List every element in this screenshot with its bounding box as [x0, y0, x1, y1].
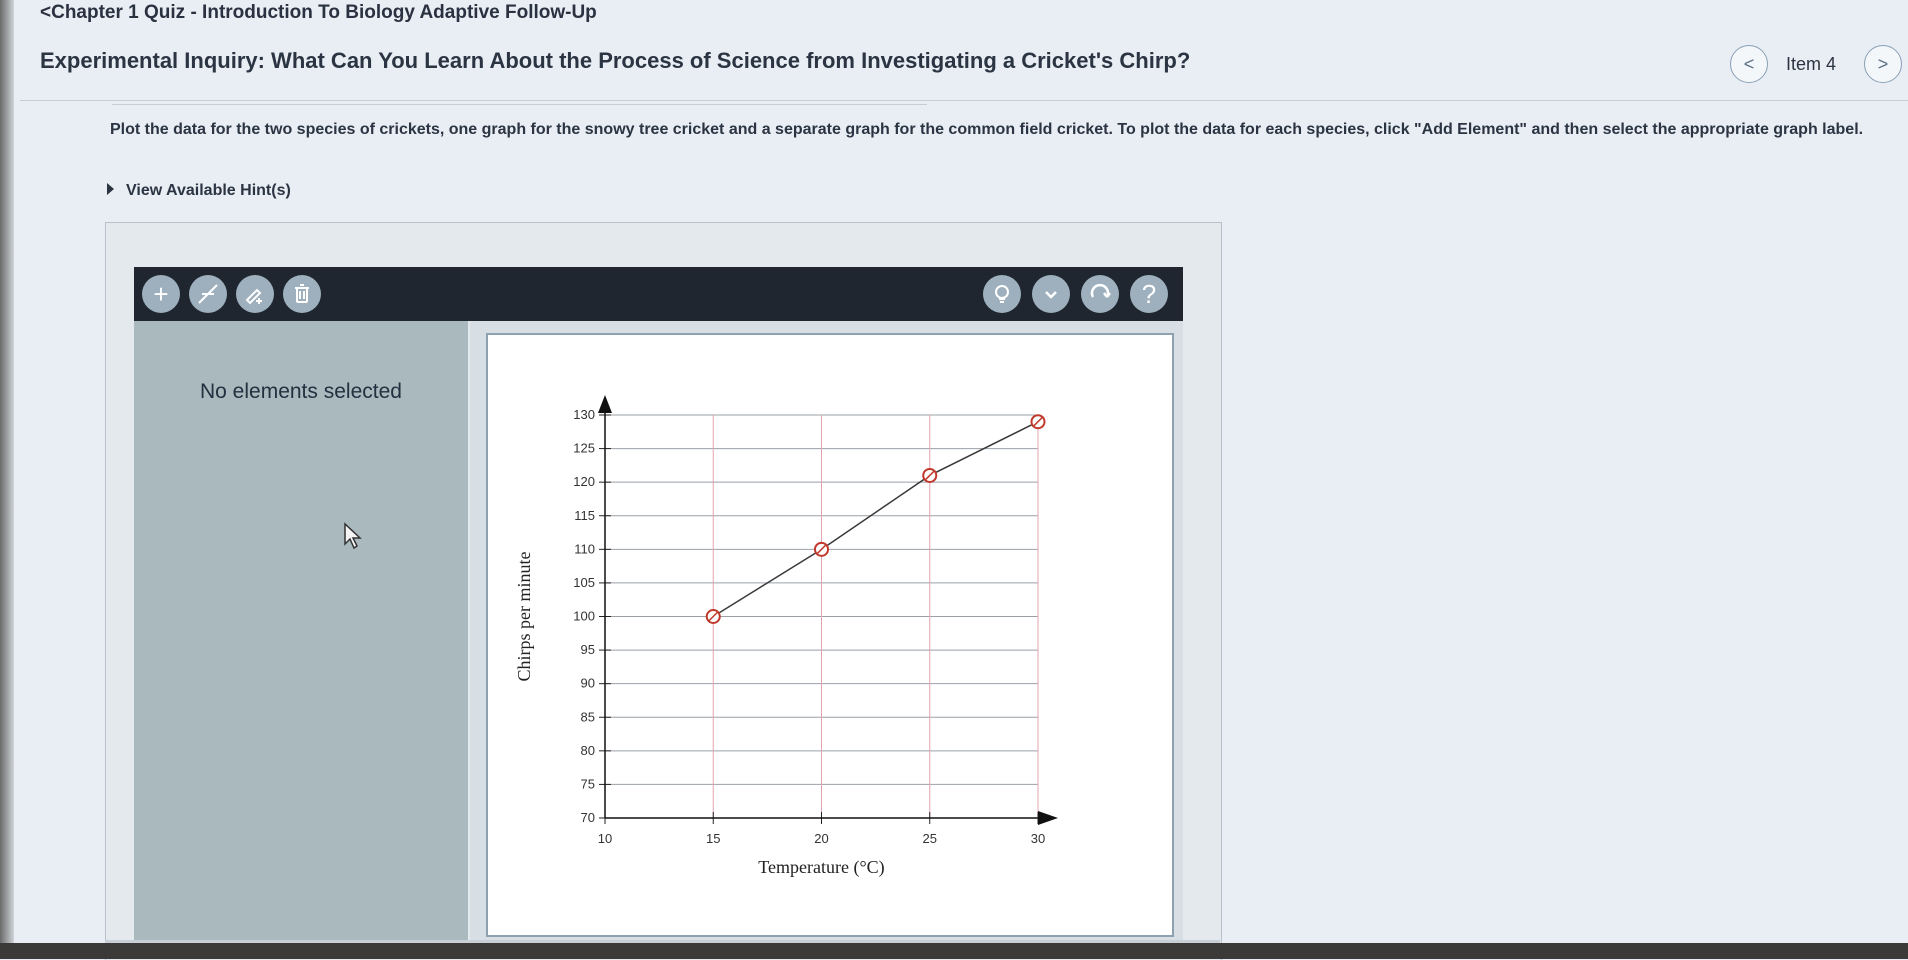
caret-right-icon [107, 183, 114, 195]
page-title: Experimental Inquiry: What Can You Learn… [40, 48, 1191, 73]
y-tick-label: 90 [581, 676, 595, 691]
screen-bottom-bezel [0, 943, 1908, 959]
y-tick-label: 75 [581, 776, 595, 791]
screen-edge [0, 0, 14, 959]
line-tool-button[interactable] [189, 275, 227, 313]
lightbulb-icon [995, 285, 1009, 303]
previous-item-button[interactable]: < [1730, 45, 1768, 83]
next-item-button[interactable]: > [1864, 45, 1902, 83]
edit-icon [245, 288, 262, 305]
content-divider [112, 104, 927, 105]
header-divider [20, 100, 1908, 101]
graph-toolbar: + ? [134, 267, 1183, 321]
y-tick-label: 70 [581, 810, 595, 825]
dropdown-button[interactable] [1032, 275, 1070, 313]
reset-button[interactable] [1081, 275, 1119, 313]
hint-button[interactable] [983, 275, 1021, 313]
y-tick-label: 85 [581, 709, 595, 724]
y-axis-label: Chirps per minute [514, 552, 534, 682]
y-tick-label: 100 [573, 609, 595, 624]
y-tick-label: 110 [574, 541, 595, 556]
selection-status: No elements selected [200, 380, 402, 403]
chevron-right-icon: > [1877, 53, 1889, 74]
add-icon: + [153, 278, 169, 309]
x-tick-label: 20 [814, 831, 828, 846]
view-hints-toggle[interactable]: View Available Hint(s) [107, 182, 291, 200]
x-tick-label: 25 [923, 831, 937, 846]
item-indicator: Item 4 [1786, 54, 1837, 74]
x-axis-label: Temperature (°C) [758, 857, 884, 878]
help-button[interactable]: ? [1130, 275, 1168, 313]
x-tick-label: 15 [706, 831, 720, 846]
y-tick-label: 130 [573, 407, 595, 422]
x-axis-arrow [1038, 811, 1058, 825]
series-line [712, 421, 1039, 618]
y-axis-arrow [598, 395, 612, 413]
line-tool-icon [198, 284, 218, 304]
delete-element-button[interactable] [283, 275, 321, 313]
chevron-left-icon: < [1743, 53, 1755, 74]
x-tick-label: 10 [598, 831, 612, 846]
y-tick-label: 105 [573, 575, 595, 590]
edit-element-button[interactable] [236, 275, 274, 313]
question-instructions: Plot the data for the two species of cri… [110, 121, 1864, 138]
y-tick-label: 95 [581, 642, 595, 657]
y-tick-label: 115 [574, 508, 595, 523]
y-tick-label: 125 [573, 441, 595, 456]
graph-canvas[interactable]: 70 75 80 85 90 95 100 105 110 115 120 125 130 10 15 20 2… [486, 333, 1174, 937]
chevron-down-icon [1045, 291, 1057, 299]
hint-label: View Available Hint(s) [126, 182, 291, 199]
add-element-button[interactable]: + [142, 275, 180, 313]
help-icon: ? [1141, 278, 1157, 309]
line-chart[interactable]: 70 75 80 85 90 95 100 105 110 115 120 125 130 10 15 20 2… [488, 335, 1172, 935]
trash-icon [295, 284, 309, 303]
x-tick-label: 30 [1031, 831, 1045, 846]
back-to-quiz-link[interactable]: <Chapter 1 Quiz - Introduction To Biolog… [40, 2, 597, 24]
element-side-panel [134, 321, 468, 959]
y-tick-label: 120 [573, 474, 595, 489]
reset-icon [1090, 283, 1111, 298]
y-tick-label: 80 [581, 743, 595, 758]
mouse-cursor-icon [344, 522, 362, 550]
